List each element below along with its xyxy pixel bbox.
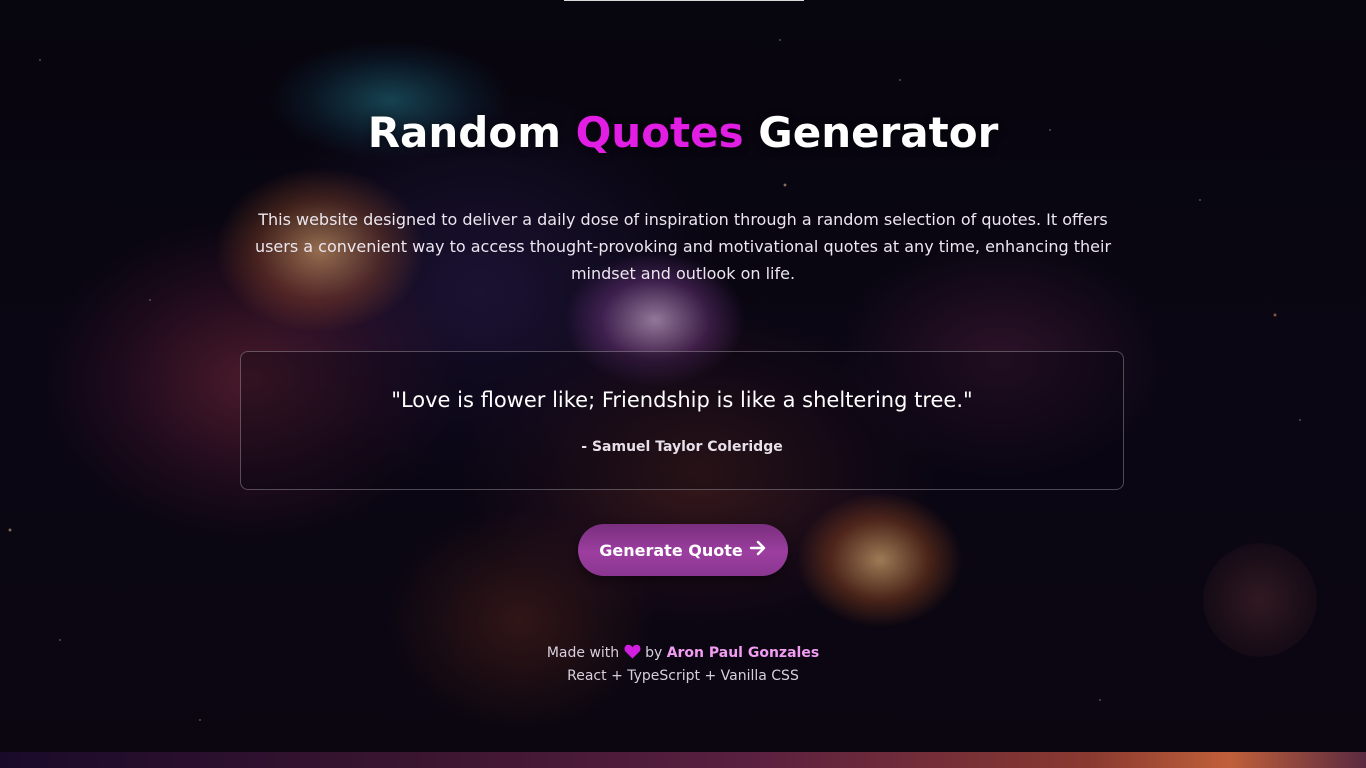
by-text: by: [645, 645, 663, 661]
footer-credit: Made with by Aron Paul Gonzales: [0, 642, 1366, 664]
tech-stack: React + TypeScript + Vanilla CSS: [567, 668, 799, 684]
bottom-image-strip: [0, 752, 1366, 768]
footer: Made with by Aron Paul Gonzales React + …: [0, 642, 1366, 688]
made-with-text: Made with: [546, 645, 620, 661]
top-decoration-line: [564, 0, 804, 1]
title-accent: Quotes: [575, 108, 744, 157]
quote-author: - Samuel Taylor Coleridge: [581, 439, 783, 455]
quote-card: "Love is flower like; Friendship is like…: [240, 351, 1124, 490]
author-link[interactable]: Aron Paul Gonzales: [667, 645, 819, 661]
arrow-right-icon: [749, 540, 767, 560]
generate-quote-label: Generate Quote: [599, 540, 743, 560]
heart-icon: [624, 644, 641, 659]
page-title: Random Quotes Generator: [0, 108, 1366, 157]
title-part-1: Random: [367, 108, 576, 157]
page-description: This website designed to deliver a daily…: [254, 210, 1112, 283]
quote-text: "Love is flower like; Friendship is like…: [391, 388, 973, 412]
generate-quote-button[interactable]: Generate Quote: [578, 524, 788, 576]
title-part-2: Generator: [743, 108, 999, 157]
